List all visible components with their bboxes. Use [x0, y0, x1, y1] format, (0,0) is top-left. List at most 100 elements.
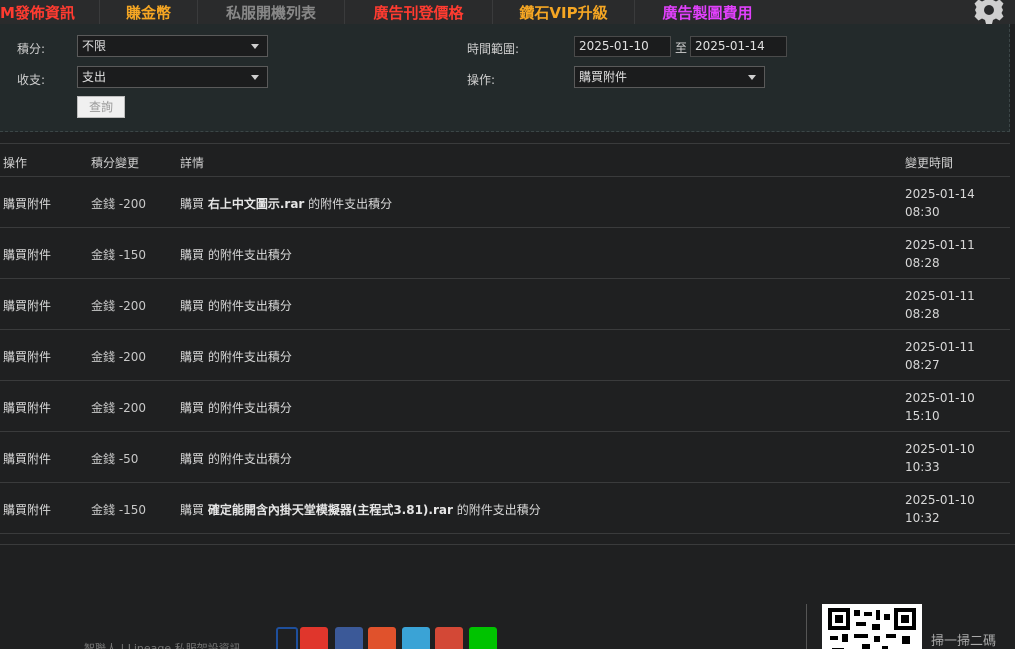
- row-change: 金錢 -50: [91, 452, 139, 466]
- date-range-separator: 至: [675, 41, 688, 55]
- facebook-icon[interactable]: [335, 627, 363, 649]
- table-row: 購買附件 金錢 -150 購買 確定能開含內掛天堂模擬器(主程式3.81).rar …: [0, 483, 1010, 534]
- row-detail: 購買 的附件支出積分: [180, 399, 292, 416]
- row-date: 2025-01-10: [905, 442, 975, 456]
- row-date: 2025-01-14: [905, 187, 975, 201]
- weibo-icon[interactable]: [276, 627, 298, 649]
- nav-item-label: 私服開機列表: [225, 3, 316, 22]
- date-from-input[interactable]: 2025-01-10: [574, 36, 671, 57]
- qr-code-icon: [822, 604, 922, 649]
- row-date: 2025-01-11: [905, 340, 975, 354]
- table-row: 購買附件 金錢 -200 購買 的附件支出積分 2025-01-11 08:27: [0, 330, 1010, 381]
- nav-item-label: 廣告刊登價格: [373, 3, 464, 22]
- plurk-icon[interactable]: [368, 627, 396, 649]
- row-detail: 購買 的附件支出積分: [180, 297, 292, 314]
- line-icon[interactable]: [469, 627, 497, 649]
- row-detail: 購買 確定能開含內掛天堂模擬器(主程式3.81).rar 的附件支出積分: [180, 501, 541, 518]
- row-clock: 08:28: [905, 256, 940, 270]
- detail-prefix: 購買: [180, 248, 205, 262]
- row-clock: 15:10: [905, 409, 940, 423]
- detail-suffix: 的附件支出積分: [207, 299, 292, 313]
- divider: [0, 544, 1015, 545]
- row-change: 金錢 -200: [91, 197, 147, 211]
- chevron-down-icon: [748, 75, 756, 80]
- date-from-value: 2025-01-10: [579, 39, 649, 53]
- row-date: 2025-01-10: [905, 493, 975, 507]
- detail-prefix: 購買: [180, 299, 205, 313]
- date-to-input[interactable]: 2025-01-14: [690, 36, 787, 57]
- detail-prefix: 購買: [180, 452, 205, 466]
- points-select-value: 不限: [82, 39, 107, 53]
- row-op: 購買附件: [3, 503, 52, 517]
- nav-item-label: 廣告製圖費用: [662, 3, 753, 22]
- nav-item-server-list[interactable]: 私服開機列表: [198, 0, 345, 24]
- row-op: 購買附件: [3, 401, 52, 415]
- gear-icon[interactable]: [973, 0, 1005, 26]
- row-change: 金錢 -150: [91, 503, 147, 517]
- detail-suffix: 的附件支出積分: [308, 197, 393, 211]
- row-time: 2025-01-10 10:33: [905, 440, 975, 476]
- detail-suffix: 的附件支出積分: [207, 248, 292, 262]
- chevron-down-icon: [251, 75, 259, 80]
- date-to-value: 2025-01-14: [695, 39, 765, 53]
- table-row: 購買附件 金錢 -150 購買 的附件支出積分 2025-01-11 08:28: [0, 228, 1010, 279]
- row-date: 2025-01-10: [905, 391, 975, 405]
- row-change: 金錢 -200: [91, 401, 147, 415]
- attachment-link[interactable]: 右上中文圖示.rar: [208, 197, 305, 211]
- points-label: 積分:: [17, 42, 46, 56]
- row-op: 購買附件: [3, 350, 52, 364]
- row-change: 金錢 -150: [91, 248, 147, 262]
- row-change: 金錢 -200: [91, 299, 147, 313]
- nav-item-label: 鑽石VIP升級: [519, 3, 608, 22]
- row-clock: 08:30: [905, 205, 940, 219]
- nav-item-vip-upgrade[interactable]: 鑽石VIP升級: [493, 0, 635, 24]
- nav-item-ad-design[interactable]: 廣告製圖費用: [635, 0, 780, 24]
- header-time: 變更時間: [905, 156, 954, 170]
- table-header: 操作 積分變更 詳情 變更時間: [0, 143, 1010, 177]
- footer-divider: [806, 604, 807, 649]
- top-nav: M發佈資訊 賺金幣 私服開機列表 廣告刊登價格 鑽石VIP升級 廣告製圖費用: [0, 0, 1015, 24]
- qr-label: 掃一掃二碼: [931, 634, 997, 649]
- action-select[interactable]: 購買附件: [574, 66, 765, 88]
- row-date: 2025-01-11: [905, 238, 975, 252]
- row-time: 2025-01-11 08:28: [905, 236, 975, 272]
- nav-item-ad-price[interactable]: 廣告刊登價格: [345, 0, 493, 24]
- attachment-link[interactable]: 確定能開含內掛天堂模擬器(主程式3.81).rar: [208, 503, 453, 517]
- googleplus-icon[interactable]: [435, 627, 463, 649]
- row-op: 購買附件: [3, 197, 52, 211]
- row-date: 2025-01-11: [905, 289, 975, 303]
- row-detail: 購買 的附件支出積分: [180, 348, 292, 365]
- table-row: 購買附件 金錢 -200 購買 的附件支出積分 2025-01-11 08:28: [0, 279, 1010, 330]
- action-select-value: 購買附件: [579, 70, 628, 84]
- income-select[interactable]: 支出: [77, 66, 268, 88]
- row-op: 購買附件: [3, 299, 52, 313]
- time-range-label: 時間範圍:: [467, 42, 520, 56]
- nav-item-publish[interactable]: M發佈資訊: [0, 0, 100, 24]
- table-row: 購買附件 金錢 -200 購買 的附件支出積分 2025-01-10 15:10: [0, 381, 1010, 432]
- points-log-table: 操作 積分變更 詳情 變更時間 購買附件 金錢 -200 購買 右上中文圖示.rar…: [0, 143, 1010, 534]
- nav-item-label: M發佈資訊: [0, 3, 75, 22]
- footer-text: 智聯人 | Lineage 私服架設資訊: [84, 642, 241, 649]
- detail-prefix: 購買: [180, 503, 205, 517]
- twitter-icon[interactable]: [402, 627, 430, 649]
- nav-item-earn-coins[interactable]: 賺金幣: [100, 0, 198, 24]
- income-select-value: 支出: [82, 70, 107, 84]
- sina-icon[interactable]: [300, 627, 328, 649]
- row-change: 金錢 -200: [91, 350, 147, 364]
- row-time: 2025-01-10 10:32: [905, 491, 975, 527]
- detail-prefix: 購買: [180, 197, 205, 211]
- detail-suffix: 的附件支出積分: [207, 452, 292, 466]
- row-op: 購買附件: [3, 248, 52, 262]
- row-detail: 購買 的附件支出積分: [180, 246, 292, 263]
- header-detail: 詳情: [180, 156, 205, 170]
- row-detail: 購買 的附件支出積分: [180, 450, 292, 467]
- row-clock: 08:28: [905, 307, 940, 321]
- points-select[interactable]: 不限: [77, 35, 268, 57]
- row-clock: 08:27: [905, 358, 940, 372]
- row-time: 2025-01-11 08:28: [905, 287, 975, 323]
- chevron-down-icon: [251, 44, 259, 49]
- table-row: 購買附件 金錢 -200 購買 右上中文圖示.rar 的附件支出積分 2025-01-…: [0, 177, 1010, 228]
- row-clock: 10:32: [905, 511, 940, 525]
- query-button[interactable]: 查詢: [77, 96, 125, 118]
- row-detail: 購買 右上中文圖示.rar 的附件支出積分: [180, 195, 392, 212]
